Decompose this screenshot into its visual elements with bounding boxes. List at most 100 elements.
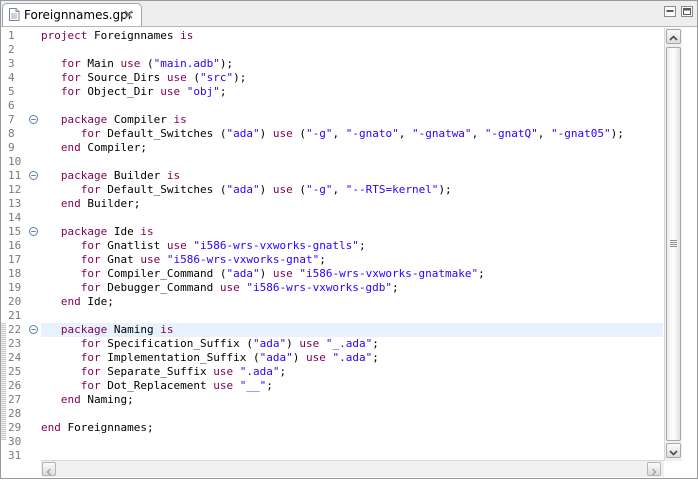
line-number: 8 xyxy=(8,127,15,140)
keyword-token: is xyxy=(166,169,181,182)
string-token: "ada" xyxy=(226,183,260,196)
keyword-token: use xyxy=(299,337,320,350)
text-token: , xyxy=(471,127,485,140)
code-line[interactable] xyxy=(41,43,663,57)
code-line[interactable] xyxy=(41,211,663,225)
line-number: 12 xyxy=(8,183,22,196)
code-editor[interactable]: 1 2 3 4 5 6 7 8 9 10 11 12 13 14 15 16 17 18 19 20 21 22 23 24 2… xyxy=(1,27,697,478)
line-number: 18 xyxy=(8,267,22,280)
code-line[interactable]: for Gnatlist use "i586-wrs-vxworks-gnatl… xyxy=(41,239,663,253)
code-line[interactable]: end Naming; xyxy=(41,393,663,407)
keyword-token: use xyxy=(213,365,234,378)
code-line[interactable]: for Source_Dirs use ("src"); xyxy=(41,71,663,85)
code-line[interactable] xyxy=(41,407,663,421)
scroll-left-button[interactable] xyxy=(42,462,56,476)
horizontal-scrollbar[interactable] xyxy=(41,460,664,477)
chevron-up-icon xyxy=(669,35,678,41)
code-line[interactable] xyxy=(41,99,663,113)
line-number: 28 xyxy=(8,407,22,420)
text-token: Compiler xyxy=(107,113,174,126)
text-token: Implementation_Suffix ( xyxy=(100,351,260,364)
code-line[interactable]: package Naming is xyxy=(41,323,663,337)
keyword-token: end xyxy=(60,393,81,406)
scroll-thumb[interactable] xyxy=(666,47,681,441)
code-line[interactable]: end Foreignnames; xyxy=(41,421,663,435)
string-token: "-gnato" xyxy=(345,127,399,140)
keyword-token: for xyxy=(80,365,101,378)
code-line[interactable]: for Main use ("main.adb"); xyxy=(41,57,663,71)
code-line[interactable]: for Default_Switches ("ada") use ("-g", … xyxy=(41,183,663,197)
text-token: Dot_Replacement xyxy=(100,379,214,392)
line-number: 29 xyxy=(8,421,22,434)
text-token: ) xyxy=(292,351,306,364)
code-line[interactable]: for Debugger_Command use "i586-wrs-vxwor… xyxy=(41,281,663,295)
code-line[interactable] xyxy=(41,155,663,169)
vertical-scrollbar[interactable] xyxy=(664,28,682,461)
line-number: 31 xyxy=(8,449,22,462)
maximize-icon[interactable] xyxy=(680,5,694,18)
line-number: 21 xyxy=(8,309,22,322)
keyword-token: use xyxy=(166,71,187,84)
text-token: ); xyxy=(233,71,247,84)
code-line[interactable]: package Compiler is xyxy=(41,113,663,127)
thumb-grip xyxy=(670,242,677,243)
tab-foreignnames-gpr[interactable]: Foreignnames.gpr xyxy=(2,3,142,26)
code-line[interactable] xyxy=(41,309,663,323)
code-line[interactable]: package Ide is xyxy=(41,225,663,239)
text-token: ( xyxy=(140,57,154,70)
code-line[interactable]: end Ide; xyxy=(41,295,663,309)
editor-window: Foreignnames.gpr 1 2 3 4 5 6 7 8 9 10 11 12 13 14 15 16… xyxy=(0,0,698,479)
code-line[interactable]: end Compiler; xyxy=(41,141,663,155)
fold-collapse-icon[interactable] xyxy=(29,325,38,334)
code-line[interactable] xyxy=(41,435,663,449)
keyword-token: use xyxy=(160,85,181,98)
keyword-token: use xyxy=(219,281,240,294)
code-line[interactable]: for Specification_Suffix ("ada") use "_.… xyxy=(41,337,663,351)
code-line[interactable]: for Gnat use "i586-wrs-vxworks-gnat"; xyxy=(41,253,663,267)
text-token: Specification_Suffix ( xyxy=(100,337,253,350)
line-number: 2 xyxy=(8,43,15,56)
line-number: 1 xyxy=(8,29,15,42)
keyword-token: is xyxy=(180,29,194,42)
code-line[interactable]: package Builder is xyxy=(41,169,663,183)
code-line[interactable]: end Builder; xyxy=(41,197,663,211)
keyword-token: use xyxy=(272,127,293,140)
code-line[interactable]: for Default_Switches ("ada") use ("-g", … xyxy=(41,127,663,141)
keyword-token: end xyxy=(60,197,81,210)
code-line[interactable] xyxy=(41,449,663,457)
code-area[interactable]: project Foreignnames is for Main use ("m… xyxy=(41,29,663,457)
minimize-icon[interactable] xyxy=(663,5,677,18)
keyword-token: for xyxy=(80,351,101,364)
keyword-token: end xyxy=(41,421,61,434)
scroll-right-button[interactable] xyxy=(647,462,661,476)
keyword-token: for xyxy=(80,239,101,252)
text-token: , xyxy=(537,127,552,140)
string-token: "-gnat05" xyxy=(551,127,611,140)
code-line[interactable]: project Foreignnames is xyxy=(41,29,663,43)
code-line[interactable]: for Compiler_Command ("ada") use "i586-w… xyxy=(41,267,663,281)
scroll-up-button[interactable] xyxy=(666,29,681,44)
text-token: Foreignnames; xyxy=(60,421,154,434)
code-line[interactable]: for Object_Dir use "obj"; xyxy=(41,85,663,99)
string-token: ".ada" xyxy=(332,351,373,364)
text-token: ; xyxy=(266,379,273,392)
text-token: Object_Dir xyxy=(80,85,161,98)
file-icon xyxy=(9,8,20,21)
close-icon[interactable] xyxy=(123,9,134,20)
scroll-down-button[interactable] xyxy=(666,443,681,458)
string-token: "main.adb" xyxy=(153,57,220,70)
code-line[interactable]: for Separate_Suffix use ".ada"; xyxy=(41,365,663,379)
fold-collapse-icon[interactable] xyxy=(29,227,38,236)
line-number: 7 xyxy=(6,113,40,127)
fold-collapse-icon[interactable] xyxy=(29,115,38,124)
code-line[interactable]: for Implementation_Suffix ("ada") use ".… xyxy=(41,351,663,365)
keyword-token: package xyxy=(60,169,108,182)
keyword-token: for xyxy=(80,253,101,266)
fold-collapse-icon[interactable] xyxy=(29,171,38,180)
code-line[interactable]: for Dot_Replacement use "__"; xyxy=(41,379,663,393)
